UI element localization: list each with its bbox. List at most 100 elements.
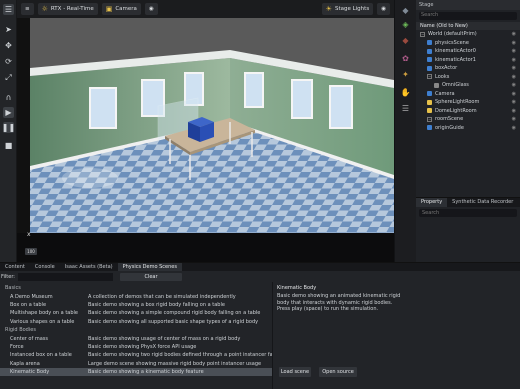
green-cube-icon[interactable]: ◈ — [399, 18, 412, 30]
demo-list: Basics A Demo Museum A collection of demos… — [0, 284, 272, 389]
rotate-tool-icon[interactable]: ⟳ — [3, 56, 14, 67]
demo-row[interactable]: Box on a table Basic demo showing a box r… — [0, 301, 272, 309]
viewport-settings-icon[interactable]: ☰ — [3, 4, 14, 15]
stage-search-input[interactable]: Search — [419, 12, 517, 20]
scale-tool-icon[interactable]: ⤢ — [3, 72, 14, 83]
load-scene-button[interactable]: Load scene — [279, 367, 311, 377]
property-tabs: Property Synthetic Data Recorder Re — [416, 198, 520, 207]
stop-icon[interactable]: ■ — [3, 140, 14, 151]
stage-tree-item[interactable]: kinematicActor0 ◉ — [416, 47, 520, 56]
stage-tree-item[interactable]: − Looks ◉ — [416, 73, 520, 82]
tab-console[interactable]: Console — [30, 263, 60, 271]
viewport-menu-button[interactable]: ≡ — [21, 3, 34, 15]
stage-tree-label: World (defaultPrim) — [428, 31, 477, 38]
stage-tree-item[interactable]: kinematicActor1 ◉ — [416, 56, 520, 65]
light-icon: ☀ — [325, 5, 332, 13]
stage-tree-label: kinematicActor0 — [435, 48, 476, 55]
demo-row[interactable]: Various shapes on a table Basic demo show… — [0, 318, 272, 326]
viewport[interactable]: ≡ ☼ RTX - Real-Time ▣ Camera ◉ ☀ Stage Ligh… — [17, 0, 394, 262]
stage-tree-item[interactable]: Camera ◉ — [416, 90, 520, 99]
visibility-eye-icon[interactable]: ◉ — [512, 74, 516, 80]
stage-lights-button[interactable]: ☀ Stage Lights — [321, 3, 374, 15]
expand-icon[interactable]: − — [420, 31, 425, 37]
fps-badge: 100 — [25, 248, 37, 255]
move-tool-icon[interactable]: ✥ — [3, 40, 14, 51]
demo-name: Force — [10, 343, 24, 350]
visibility-eye-icon[interactable]: ◉ — [512, 116, 516, 122]
renderer-button[interactable]: ☼ RTX - Real-Time — [37, 3, 98, 15]
viewport-more-button[interactable]: ◉ — [377, 3, 390, 15]
material-icon[interactable]: ◆ — [399, 34, 412, 46]
visibility-eye-icon[interactable]: ◉ — [512, 82, 516, 88]
stage-tree-label: DomeLightRoom — [435, 107, 477, 114]
demo-name: Various shapes on a table — [10, 318, 75, 325]
viewport-footer — [17, 233, 394, 262]
open-source-button[interactable]: Open source — [319, 367, 357, 377]
hand-icon[interactable]: ✋ — [399, 86, 412, 98]
tab-isaac-assets[interactable]: Isaac Assets (Beta) — [60, 263, 118, 271]
prim-icon — [427, 91, 432, 97]
visibility-eye-icon[interactable]: ◉ — [512, 125, 516, 131]
audio-button[interactable]: ◉ — [144, 3, 158, 15]
stage-tree-item[interactable]: physicsScene ◉ — [416, 39, 520, 48]
tab-content[interactable]: Content — [0, 263, 30, 271]
visibility-eye-icon[interactable]: ◉ — [512, 40, 516, 46]
prim-icon — [427, 48, 432, 54]
demo-description: Basic demo showing PhysX force API usage — [88, 343, 197, 350]
demo-row[interactable]: Kapla arena Large demo scene showing mass… — [0, 360, 272, 368]
play-icon[interactable]: ▶ — [3, 107, 14, 118]
camera-label: Camera — [115, 6, 137, 12]
camera-button[interactable]: ▣ Camera — [101, 3, 141, 15]
prim-icon — [434, 82, 439, 88]
stage-tree-label: OmniGlass — [442, 82, 469, 89]
demo-description: Basic demo showing a simple compound rig… — [88, 310, 261, 317]
snap-tool-icon[interactable]: ∩ — [3, 92, 14, 103]
stage-tree-item[interactable]: − World (defaultPrim) ◉ — [416, 30, 520, 39]
tab-physics-demo-scenes[interactable]: Physics Demo Scenes — [117, 263, 182, 271]
visibility-eye-icon[interactable]: ◉ — [512, 99, 516, 105]
expand-icon[interactable]: − — [427, 116, 432, 122]
expand-icon[interactable]: − — [427, 74, 432, 80]
stage-tree-item[interactable]: − roomScene ◉ — [416, 115, 520, 124]
prim-icon — [427, 57, 432, 63]
stage-tree-item[interactable]: OmniGlass ◉ — [416, 81, 520, 90]
stage-tree-item[interactable]: SphereLightRoom ◉ — [416, 98, 520, 107]
visibility-eye-icon[interactable]: ◉ — [512, 48, 516, 54]
visibility-eye-icon[interactable]: ◉ — [512, 65, 516, 71]
demo-description: Large demo scene showing massive rigid b… — [88, 360, 262, 367]
left-toolbar: ☰ ➤ ✥ ⟳ ⤢ ∩ ▶ ❚❚ ■ — [0, 0, 17, 262]
visibility-eye-icon[interactable]: ◉ — [512, 91, 516, 97]
demo-row[interactable]: Center of mass Basic demo showing usage o… — [0, 334, 272, 342]
clear-button[interactable]: Clear — [119, 273, 182, 281]
stage-column-header[interactable]: Name (Old to New) — [416, 22, 520, 30]
demo-row[interactable]: Kinematic Body Basic demo showing a kinem… — [0, 367, 272, 377]
tab-property[interactable]: Property — [416, 198, 448, 207]
filter-input[interactable] — [17, 273, 113, 281]
light-bulb-icon[interactable]: ✦ — [399, 68, 412, 80]
scene-render[interactable] — [30, 18, 394, 233]
visibility-eye-icon[interactable]: ◉ — [512, 57, 516, 63]
demo-row[interactable]: Multishape body on a table Basic demo sho… — [0, 309, 272, 317]
property-panel: Property Synthetic Data Recorder Re Sear… — [416, 197, 520, 262]
stage-lights-label: Stage Lights — [334, 6, 370, 12]
demo-category[interactable]: Rigid Bodies — [0, 326, 272, 334]
property-search-input[interactable]: Search — [419, 209, 517, 217]
visibility-eye-icon[interactable]: ◉ — [512, 108, 516, 114]
visibility-eye-icon[interactable]: ◉ — [512, 31, 516, 37]
gear-icon[interactable]: ✿ — [399, 52, 412, 64]
demo-row[interactable]: Instanced box on a table Basic demo showi… — [0, 351, 272, 359]
select-arrow-icon[interactable]: ➤ — [3, 24, 14, 35]
stage-tree-item[interactable]: boxActor ◉ — [416, 64, 520, 73]
demo-row[interactable]: Force Basic demo showing PhysX force API … — [0, 343, 272, 351]
filter-row: Filter: Clear — [0, 272, 272, 282]
stage-tree-item[interactable]: originGuide ◉ — [416, 124, 520, 133]
pause-icon[interactable]: ❚❚ — [2, 122, 15, 133]
tab-synthetic-data-recorder[interactable]: Synthetic Data Recorder — [447, 198, 518, 207]
sliders-icon[interactable]: ☰ — [399, 102, 412, 114]
stage-tree-item[interactable]: DomeLightRoom ◉ — [416, 107, 520, 116]
demo-row[interactable]: A Demo Museum A collection of demos that … — [0, 292, 272, 300]
layer-icon[interactable]: ◆ — [399, 4, 412, 16]
demo-description: Basic demo showing a kinematic body feat… — [88, 369, 204, 376]
demo-category[interactable]: Basics — [0, 284, 272, 292]
stage-tree-label: Looks — [435, 73, 450, 80]
